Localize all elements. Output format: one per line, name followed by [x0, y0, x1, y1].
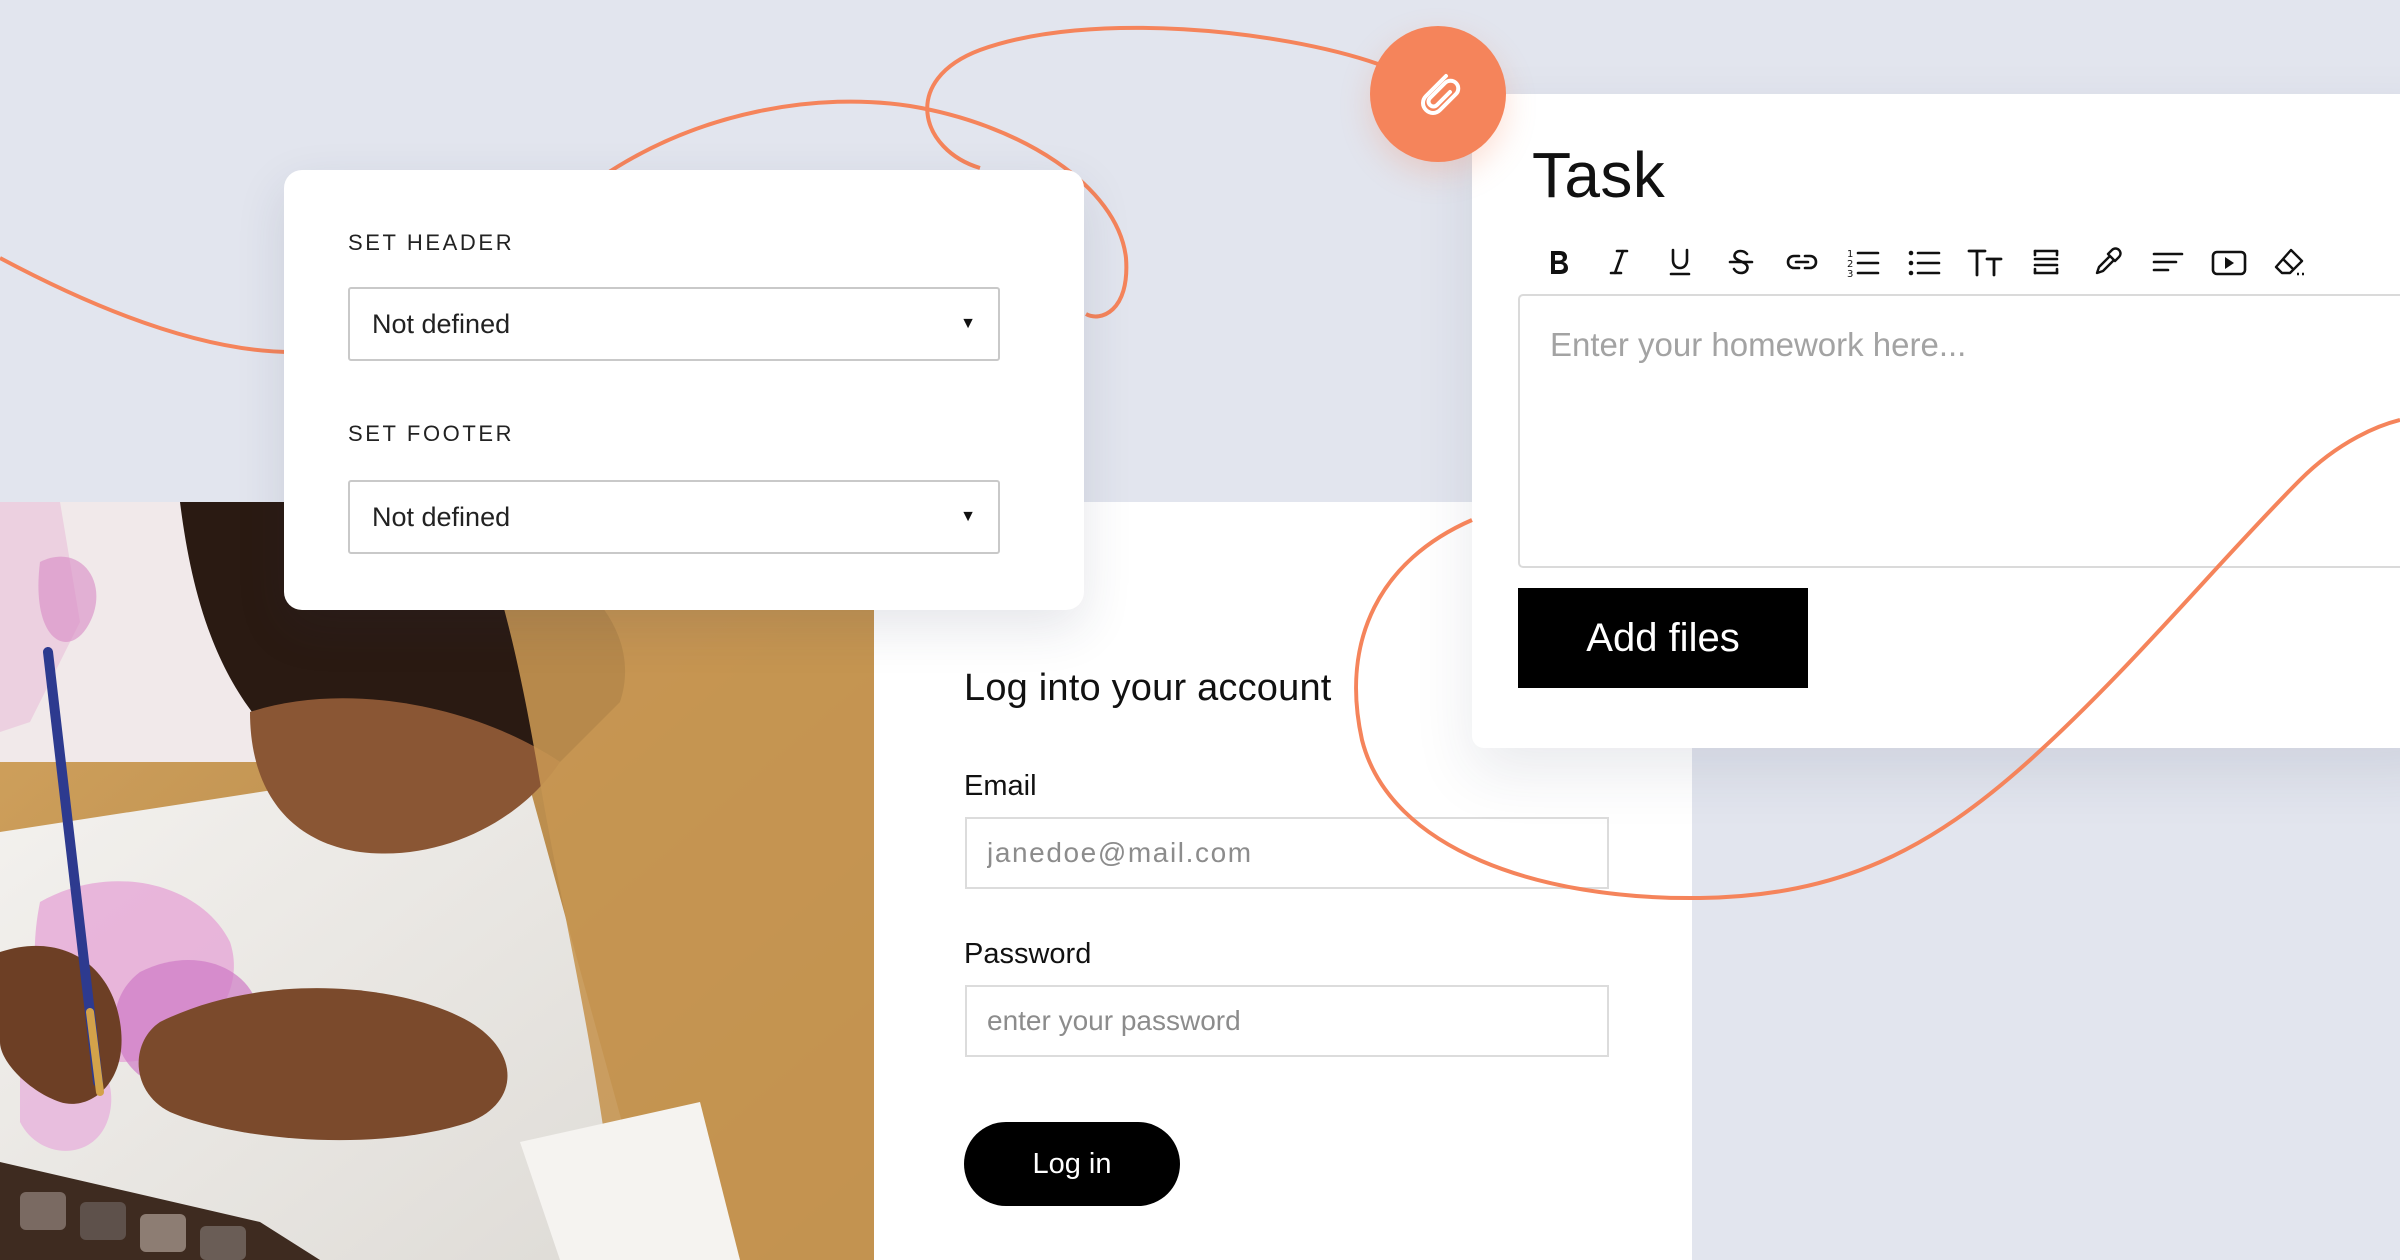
- spacing-icon[interactable]: [2024, 240, 2068, 284]
- email-field[interactable]: [965, 817, 1609, 889]
- bold-icon[interactable]: [1536, 240, 1580, 284]
- color-picker-icon[interactable]: [2085, 240, 2129, 284]
- password-label: Password: [964, 938, 1092, 970]
- editor-toolbar: 123: [1536, 240, 2329, 284]
- footer-select-value: Not defined: [372, 501, 511, 532]
- email-label: Email: [964, 770, 1037, 802]
- set-footer-label: SET FOOTER: [348, 421, 515, 446]
- caret-down-icon: ▼: [960, 508, 976, 525]
- paperclip-icon: [1421, 74, 1461, 115]
- underline-icon[interactable]: [1658, 240, 1702, 284]
- link-icon[interactable]: [1780, 240, 1824, 284]
- header-select-value: Not defined: [372, 308, 511, 339]
- align-left-icon[interactable]: [2146, 240, 2190, 284]
- painting-woman-illustration: [0, 502, 876, 1260]
- numbered-list-icon[interactable]: 123: [1841, 240, 1885, 284]
- bullet-list-icon[interactable]: [1902, 240, 1946, 284]
- add-files-button[interactable]: Add files: [1518, 588, 1808, 688]
- header-select[interactable]: Not defined ▼: [348, 287, 1000, 361]
- layout-settings-card: SET HEADER Not defined ▼ SET FOOTER Not …: [284, 170, 1084, 610]
- attachment-button[interactable]: [1370, 26, 1506, 162]
- svg-text:3: 3: [1847, 269, 1853, 279]
- login-button[interactable]: Log in: [964, 1122, 1180, 1206]
- text-size-icon[interactable]: [1963, 240, 2007, 284]
- eraser-icon[interactable]: [2268, 240, 2312, 284]
- strikethrough-icon[interactable]: [1719, 240, 1763, 284]
- italic-icon[interactable]: [1597, 240, 1641, 284]
- footer-select[interactable]: Not defined ▼: [348, 480, 1000, 554]
- set-header-label: SET HEADER: [348, 230, 515, 255]
- task-card: Task 123 Enter your homework here... Add…: [1472, 94, 2400, 748]
- login-title: Log into your account: [964, 667, 1332, 709]
- homework-editor[interactable]: [1518, 294, 2400, 568]
- caret-down-icon: ▼: [960, 315, 976, 332]
- hero-photo: [0, 502, 876, 1260]
- password-field[interactable]: [965, 985, 1609, 1057]
- task-title: Task: [1532, 139, 1666, 211]
- composite-scene: Log into your account Email Password Log…: [0, 0, 2400, 1260]
- video-icon[interactable]: [2207, 240, 2251, 284]
